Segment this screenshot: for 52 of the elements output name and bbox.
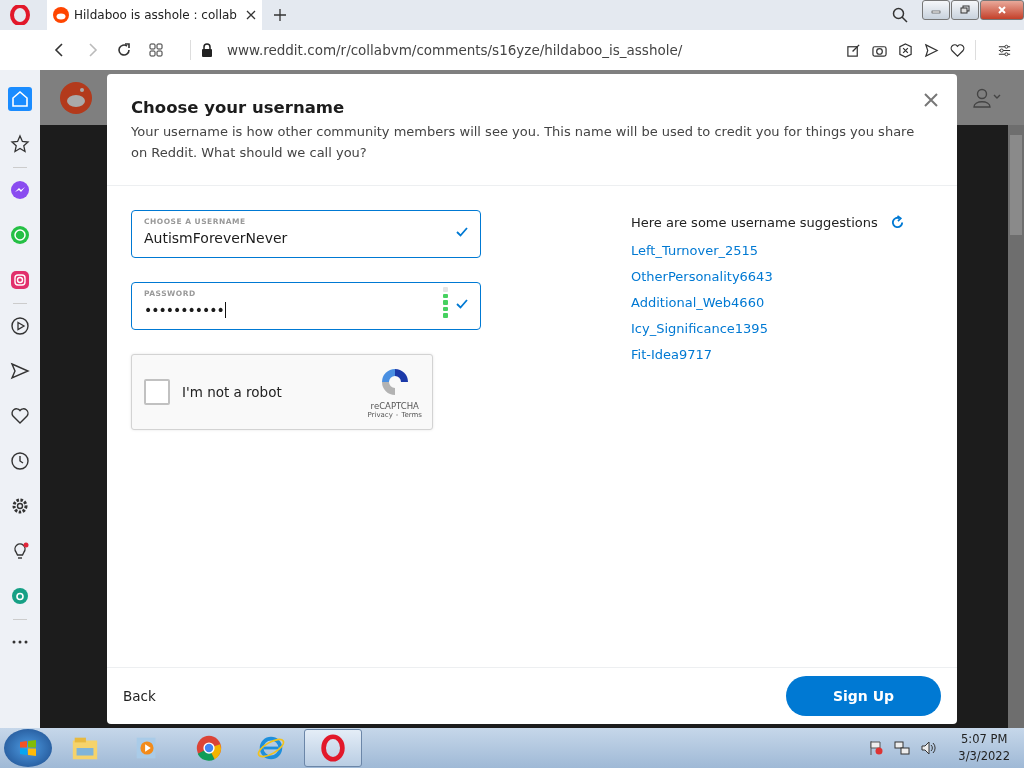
start-button[interactable]	[4, 729, 52, 767]
refresh-icon[interactable]	[889, 214, 905, 230]
sign-up-button[interactable]: Sign Up	[786, 676, 941, 716]
heart-icon[interactable]	[950, 42, 965, 58]
flag-icon[interactable]	[868, 740, 885, 756]
suggestions-title: Here are some username suggestions	[631, 214, 878, 230]
player-icon[interactable]	[8, 314, 32, 338]
restore-button[interactable]	[951, 0, 979, 20]
captcha-label: I'm not a robot	[182, 384, 282, 400]
close-icon	[997, 5, 1007, 15]
instagram-icon[interactable]	[8, 268, 32, 292]
search-icon[interactable]	[892, 7, 908, 23]
edit-icon[interactable]	[846, 42, 861, 58]
reddit-logo-icon[interactable]	[60, 81, 92, 114]
recaptcha-label: reCAPTCHA	[370, 400, 419, 411]
volume-icon[interactable]	[920, 740, 937, 756]
windows-logo-icon	[18, 738, 38, 758]
restore-icon	[960, 5, 970, 15]
lock-icon	[201, 43, 213, 57]
reload-icon[interactable]	[116, 42, 132, 58]
close-icon[interactable]	[246, 10, 256, 20]
captcha-checkbox[interactable]	[144, 379, 170, 405]
scrollbar[interactable]	[1008, 125, 1024, 728]
network-icon[interactable]	[894, 740, 911, 756]
settings-icon[interactable]	[997, 42, 1012, 58]
user-icon[interactable]	[972, 87, 1002, 108]
close-window-button[interactable]	[980, 0, 1024, 20]
taskbar-clock[interactable]: 5:07 PM 3/3/2022	[958, 731, 1010, 765]
username-suggestion[interactable]: OtherPersonality6643	[631, 264, 933, 290]
messenger-icon[interactable]	[8, 178, 32, 202]
opera-taskbar-icon[interactable]	[304, 729, 362, 767]
username-suggestion[interactable]: Fit-Idea9717	[631, 342, 933, 368]
block-icon[interactable]	[898, 42, 913, 58]
home-icon[interactable]	[8, 87, 32, 111]
new-tab-icon[interactable]	[274, 9, 286, 21]
username-suggestion[interactable]: Left_Turnover_2515	[631, 238, 933, 264]
opera-logo-icon[interactable]	[10, 5, 30, 25]
dialog-description: Your username is how other community members will see you. This name will be used to credit you for things you share on Reddit. What should we call you?	[131, 123, 916, 162]
clock-date: 3/3/2022	[958, 748, 1010, 765]
reddit-favicon-icon	[53, 7, 69, 23]
dialog-title: Choose your username	[131, 98, 346, 117]
tab-title: Hildaboo is asshole : collab	[74, 8, 238, 22]
address-bar[interactable]: www.reddit.com/r/collabvm/comments/s16yze/hildaboo_is_asshole/	[227, 42, 683, 58]
username-suggestion[interactable]: Additional_Web4660	[631, 290, 933, 316]
grid-icon[interactable]	[148, 42, 164, 58]
minimize-button[interactable]	[922, 0, 950, 20]
browser-tab[interactable]: Hildaboo is asshole : collab	[47, 0, 262, 30]
clock-time: 5:07 PM	[961, 731, 1008, 748]
username-suggestion[interactable]: Icy_Significance1395	[631, 316, 933, 342]
back-button[interactable]: Back	[123, 688, 156, 704]
send-icon[interactable]	[924, 42, 939, 58]
clock-icon[interactable]	[8, 449, 32, 473]
